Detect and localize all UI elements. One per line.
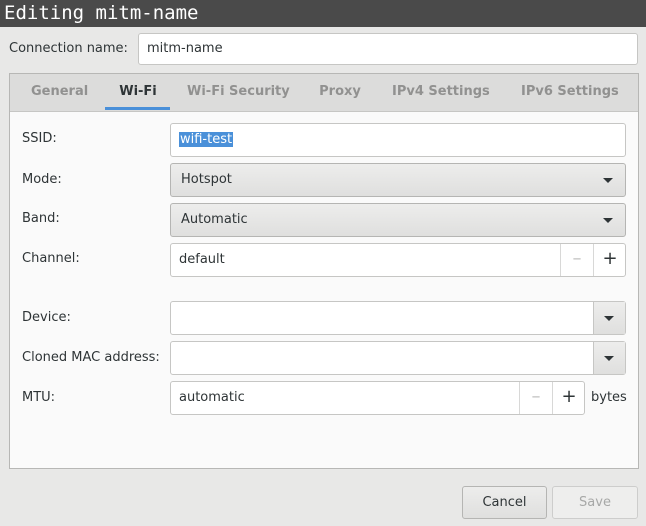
device-combo-entry[interactable] (170, 301, 626, 335)
mtu-increment-button[interactable]: + (552, 382, 585, 414)
chevron-down-icon (603, 178, 613, 183)
channel-label: Channel: (22, 251, 80, 266)
cloned-mac-dropdown-button[interactable] (593, 342, 625, 374)
tab-wifi-security[interactable]: Wi-Fi Security (187, 74, 290, 110)
tab-ipv6-settings[interactable]: IPv6 Settings (521, 74, 619, 110)
ssid-label: SSID: (22, 131, 57, 146)
cancel-button[interactable]: Cancel (462, 486, 547, 519)
chevron-down-icon (603, 218, 613, 223)
channel-increment-button[interactable]: + (593, 244, 626, 276)
cloned-mac-combo-entry[interactable] (170, 341, 626, 375)
chevron-down-icon (604, 316, 614, 321)
window-title: Editing mitm-name (0, 0, 646, 27)
mode-label: Mode: (22, 172, 62, 187)
ssid-value: wifi-test (179, 132, 234, 147)
mtu-unit-label: bytes (591, 390, 627, 405)
chevron-down-icon (604, 356, 614, 361)
save-button[interactable]: Save (552, 486, 638, 519)
band-label: Band: (22, 211, 60, 226)
tab-wifi[interactable]: Wi-Fi (105, 74, 170, 110)
mode-select[interactable]: Hotspot (170, 163, 626, 197)
connection-name-input[interactable]: mitm-name (138, 33, 638, 65)
device-dropdown-button[interactable] (593, 302, 625, 334)
band-value: Automatic (181, 212, 248, 227)
mtu-spinbutton[interactable]: automatic – + (170, 381, 585, 415)
device-label: Device: (22, 310, 71, 325)
channel-decrement-button[interactable]: – (560, 244, 593, 276)
tab-general[interactable]: General (31, 74, 88, 110)
connection-name-label: Connection name: (9, 41, 128, 56)
tab-proxy[interactable]: Proxy (319, 74, 361, 110)
mode-value: Hotspot (181, 172, 232, 187)
tab-ipv4-settings[interactable]: IPv4 Settings (392, 74, 490, 110)
ssid-input[interactable]: wifi-test (170, 123, 626, 157)
channel-spinbutton[interactable]: default – + (170, 243, 626, 277)
cloned-mac-label: Cloned MAC address: (22, 350, 160, 365)
band-select[interactable]: Automatic (170, 203, 626, 237)
tab-bar: General Wi-Fi Wi-Fi Security Proxy IPv4 … (10, 74, 638, 112)
mtu-decrement-button[interactable]: – (519, 382, 552, 414)
channel-value: default (179, 252, 225, 267)
mtu-label: MTU: (22, 390, 56, 405)
mtu-value: automatic (179, 390, 245, 405)
